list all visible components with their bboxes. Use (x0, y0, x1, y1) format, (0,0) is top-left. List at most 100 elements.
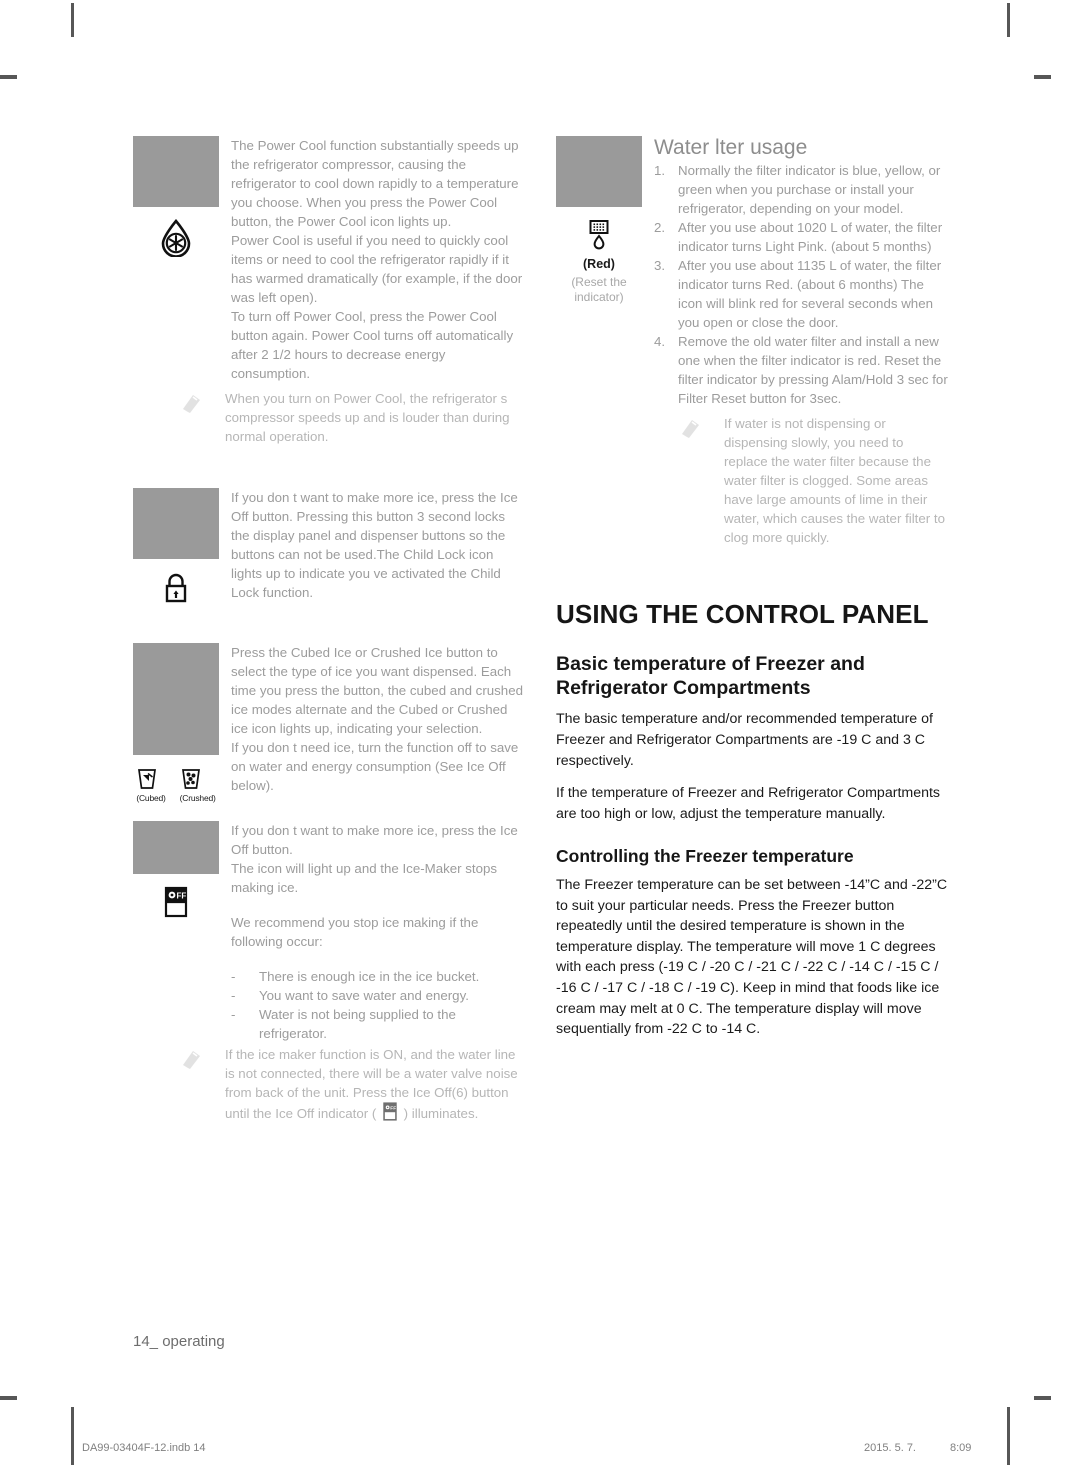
step-number: 3. (654, 258, 666, 274)
note-power-cool-text: When you turn on Power Cool, the refrige… (225, 391, 510, 444)
step-text: Normally the filter indicator is blue, y… (678, 163, 941, 217)
power-cool-icon-row (133, 219, 219, 257)
paragraph-adjust-manually: If the temperature of Freezer and Refrig… (556, 785, 941, 822)
crop-mark-top-left-horizontal (0, 75, 17, 79)
svg-text:FF: FF (177, 892, 187, 901)
step-text: Remove the old water filter and install … (678, 334, 948, 407)
ice-off-bullet-list: - There is enough ice in the ice bucket. … (231, 967, 523, 1043)
ice-type-icon-row: (Cubed) (Crushed) (133, 767, 219, 803)
child-lock-media (133, 488, 219, 605)
icon-cell-cubed: (Cubed) (136, 767, 166, 803)
image-placeholder (556, 136, 642, 207)
note-pen-icon (179, 389, 213, 446)
step-number: 4. (654, 334, 666, 350)
section-heading: USING THE CONTROL PANEL (556, 599, 929, 630)
bullet-text: You want to save water and energy. (259, 988, 469, 1003)
step-text: After you use about 1135 L of water, the… (678, 258, 942, 331)
ice-off-text: If you don t want to make more ice, pres… (231, 823, 518, 895)
crop-mark-bottom-right-vertical (1007, 1407, 1010, 1465)
water-filter-media: (Red) (Reset the indicator) (556, 136, 642, 304)
ice-off-icon: FF (163, 886, 189, 918)
ice-type-text: Press the Cubed Ice or Crushed Ice butto… (231, 645, 523, 793)
crop-mark-top-right-vertical (1007, 3, 1010, 37)
note-power-cool: When you turn on Power Cool, the refrige… (179, 389, 523, 446)
child-lock-text: If you don t want to make more ice, pres… (231, 490, 518, 600)
image-placeholder (133, 136, 219, 207)
list-item: - There is enough ice in the ice bucket. (231, 967, 523, 986)
bullet-text: Water is not being supplied to the refri… (259, 1007, 456, 1041)
manual-page: The Power Cool function substantially sp… (0, 0, 1080, 1472)
note-ice-off-part2: ) illuminates. (399, 1106, 479, 1121)
image-placeholder (133, 821, 219, 874)
list-item: 3. After you use about 1135 L of water, t… (654, 256, 948, 332)
icon-cell: FF (163, 886, 189, 918)
filter-reset-subcaption: (Reset the indicator) (571, 275, 627, 304)
control-panel-section: USING THE CONTROL PANEL Basic temperatur… (556, 599, 948, 1040)
crop-mark-bottom-right-horizontal (1034, 1396, 1051, 1400)
filter-indicator-caption: (Red) (583, 257, 615, 271)
cubed-ice-icon (136, 767, 165, 791)
image-placeholder (133, 488, 219, 559)
step-number: 1. (654, 163, 666, 179)
list-item: - Water is not being supplied to the refr… (231, 1005, 523, 1043)
note-water-filter-text: If water is not dispensing or dispensing… (724, 416, 945, 546)
power-cool-text: The Power Cool function substantially sp… (231, 138, 523, 381)
ice-off-media: FF (133, 821, 219, 918)
icon-cell (159, 219, 193, 257)
svg-text:FF: FF (390, 1105, 396, 1111)
note-pen-icon (678, 414, 712, 547)
water-filter-steps: 1. Normally the filter indicator is blue,… (654, 161, 948, 408)
step-number: 2. (654, 220, 666, 236)
note-pen-icon (179, 1045, 213, 1123)
padlock-icon (162, 571, 190, 605)
crushed-ice-icon (180, 767, 216, 791)
right-column: (Red) (Reset the indicator) Water lter u… (556, 136, 948, 1052)
power-cool-media (133, 136, 219, 257)
icon-cell (162, 571, 190, 605)
ice-off-inline-icon: FF (382, 1102, 398, 1121)
ice-off-icon-row: FF (133, 886, 219, 918)
water-filter-content: Water lter usage 1. Normally the filter i… (654, 136, 948, 547)
paragraph-basic-temperature: The basic temperature and/or recommended… (556, 711, 933, 769)
page-folio: 14_ operating (133, 1333, 225, 1350)
icon-cell-crushed: (Crushed) (180, 767, 216, 803)
note-ice-off: If the ice maker function is ON, and the… (179, 1045, 523, 1123)
child-lock-icon-row (133, 571, 219, 605)
feature-block-ice-type: (Cubed) (Crushed) Press the Cubed Ice or… (133, 643, 523, 821)
bullet-dash: - (231, 1007, 236, 1022)
sub-heading-basic-temperature: Basic temperature of Freezer and Refrige… (556, 653, 865, 700)
list-item: 2. After you use about 1020 L of water, t… (654, 218, 948, 256)
icon-cell (586, 219, 612, 251)
feature-block-ice-off: FF If you don t want to make more ice, p… (133, 821, 523, 1123)
feature-block-child-lock: If you don t want to make more ice, pres… (133, 488, 523, 643)
list-item: 1. Normally the filter indicator is blue,… (654, 161, 948, 218)
footer-date: 2015. 5. 7. (864, 1442, 916, 1454)
feature-block-water-filter: (Red) (Reset the indicator) Water lter u… (556, 136, 948, 547)
cubed-caption: (Cubed) (136, 793, 166, 803)
bullet-text: There is enough ice in the ice bucket. (259, 969, 480, 984)
ice-type-media: (Cubed) (Crushed) (133, 643, 219, 803)
sub-heading-controlling-freezer: Controlling the Freezer temperature (556, 846, 854, 867)
water-drop-snowflake-icon (159, 219, 193, 257)
left-column: The Power Cool function substantially sp… (133, 136, 523, 1123)
footer-timestamp: 2015. 5. 7. 8:09 (864, 1442, 971, 1454)
list-item: - You want to save water and energy. (231, 986, 523, 1005)
ice-off-text-2: We recommend you stop ice making if the … (231, 915, 479, 949)
crop-mark-top-left-vertical (71, 3, 74, 37)
list-item: 4. Remove the old water filter and instal… (654, 332, 948, 408)
crop-mark-bottom-left-horizontal (0, 1396, 17, 1400)
note-ice-off-text: If the ice maker function is ON, and the… (225, 1045, 523, 1123)
paragraph-controlling-freezer: The Freezer temperature can be set betwe… (556, 877, 948, 1038)
note-water-filter: If water is not dispensing or dispensing… (678, 414, 948, 547)
crop-mark-top-right-horizontal (1034, 75, 1051, 79)
step-text: After you use about 1020 L of water, the… (678, 220, 943, 255)
water-filter-icon (586, 219, 612, 251)
water-filter-icon-row (556, 219, 642, 251)
crushed-caption: (Crushed) (179, 793, 216, 803)
feature-block-power-cool: The Power Cool function substantially sp… (133, 136, 523, 488)
footer-time: 8:09 (950, 1442, 972, 1454)
water-filter-heading: Water lter usage (654, 136, 808, 159)
bullet-dash: - (231, 969, 236, 984)
footer-filename: DA99-03404F-12.indb 14 (82, 1442, 206, 1454)
crop-mark-bottom-left-vertical (71, 1407, 74, 1465)
